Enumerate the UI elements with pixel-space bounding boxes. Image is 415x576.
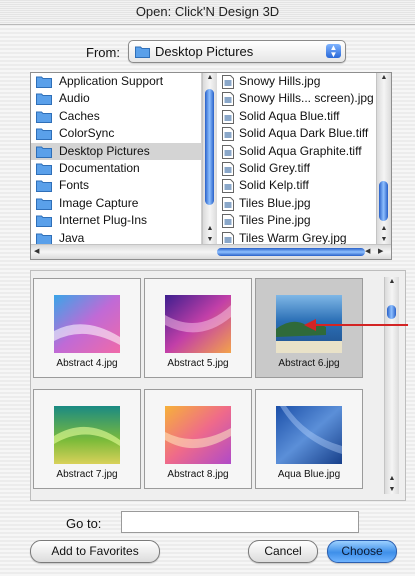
browser-item[interactable]: Java [31, 230, 201, 244]
scroll-up-arrow-icon[interactable]: ▲ [385, 278, 399, 285]
thumbnail-label: Aqua Blue.jpg [277, 469, 341, 480]
browser-item-label: Solid Aqua Blue.tiff [239, 108, 340, 123]
horizontal-scrollbar-thumb[interactable] [217, 248, 365, 256]
browser-file-item[interactable]: Solid Aqua Graphite.tiff [217, 143, 375, 160]
thumbnail-tile[interactable]: Abstract 4.jpg [33, 278, 141, 378]
browser-item-label: Solid Grey.tiff [239, 160, 310, 175]
browser-item-label: Image Capture [59, 195, 139, 210]
browser-item-label: Audio [59, 91, 90, 106]
scrollbar-thumb[interactable] [387, 305, 396, 319]
from-label: From: [86, 45, 120, 60]
thumbnail-image [165, 295, 231, 353]
thumbnail-label: Abstract 4.jpg [56, 358, 118, 369]
scroll-up-arrow-icon[interactable]: ▲ [377, 225, 391, 232]
browser-item-label: Snowy Hills.jpg [239, 74, 321, 88]
preview-scrollbar[interactable]: ▲ ▲ ▼ [384, 277, 399, 494]
browser-file-item[interactable]: Tiles Warm Grey.jpg [217, 230, 375, 244]
browser-item[interactable]: Image Capture [31, 195, 201, 212]
cancel-button[interactable]: Cancel [248, 540, 318, 563]
browser-item-label: Desktop Pictures [59, 143, 150, 158]
browser-item-label: Tiles Warm Grey.jpg [239, 230, 347, 244]
browser-file-item[interactable]: Snowy Hills.jpg [217, 73, 375, 90]
browser-column-2[interactable]: Snowy Hills.jpg Snowy Hills... screen).j… [217, 73, 375, 244]
annotation-pointer-line [314, 324, 408, 326]
scrollbar-thumb[interactable] [205, 89, 214, 205]
browser-item-label: Fonts [59, 178, 90, 193]
browser-item-label: Java [59, 230, 85, 244]
scroll-left-arrow-icon[interactable]: ◀ [34, 247, 39, 255]
browser-item-label: ColorSync [59, 126, 115, 141]
scroll-left-arrow-icon[interactable]: ◀ [365, 247, 370, 255]
scroll-up-arrow-icon[interactable]: ▲ [385, 475, 399, 482]
browser-file-item[interactable]: Solid Grey.tiff [217, 160, 375, 177]
scroll-down-arrow-icon[interactable]: ▼ [377, 236, 391, 243]
thumbnail-label: Abstract 7.jpg [56, 469, 118, 480]
browser-item-selected[interactable]: Desktop Pictures [31, 142, 201, 160]
browser-file-item[interactable]: Tiles Blue.jpg [217, 195, 375, 212]
browser-file-item[interactable]: Solid Aqua Blue.tiff [217, 108, 375, 125]
browser-item-label: Snowy Hills... screen).jpg [239, 91, 374, 106]
horizontal-scrollbar[interactable]: ◀ ◀ ▶ [31, 244, 391, 259]
thumbnail-label: Abstract 8.jpg [167, 469, 229, 480]
browser-item[interactable]: ColorSync [31, 125, 201, 142]
browser-item-label: Documentation [59, 160, 140, 175]
goto-label: Go to: [66, 516, 102, 531]
browser-item-label: Caches [59, 108, 100, 123]
column-2-scrollbar[interactable]: ▲ ▲ ▼ [376, 73, 391, 244]
browser-file-item[interactable]: Solid Kelp.tiff [217, 177, 375, 194]
thumbnail-image [54, 295, 120, 353]
browser-item-label: Solid Kelp.tiff [239, 178, 309, 193]
folder-icon [135, 45, 150, 61]
from-location-popup[interactable]: Desktop Pictures ▲ ▼ [128, 40, 346, 63]
choose-button[interactable]: Choose [327, 540, 397, 563]
browser-item-label: Internet Plug-Ins [59, 213, 148, 228]
popup-arrows-icon: ▲ ▼ [326, 44, 341, 59]
scroll-up-arrow-icon[interactable]: ▲ [203, 74, 217, 81]
thumbnail-label: Abstract 6.jpg [278, 358, 340, 369]
window-title: Open: Click'N Design 3D [135, 4, 280, 19]
annotation-arrow-icon [304, 319, 316, 331]
browser-item[interactable]: Documentation [31, 160, 201, 177]
thumbnail-image [276, 406, 342, 464]
browser-item-label: Solid Aqua Dark Blue.tiff [239, 126, 369, 141]
scroll-up-arrow-icon[interactable]: ▲ [203, 225, 217, 232]
browser-item-label: Tiles Blue.jpg [239, 195, 311, 210]
scroll-down-arrow-icon[interactable]: ▼ [203, 236, 217, 243]
browser-file-item[interactable]: Snowy Hills... screen).jpg [217, 90, 375, 107]
goto-field[interactable] [121, 511, 359, 533]
folder-icon [36, 232, 52, 244]
browser-column-1[interactable]: Application Support Audio Caches ColorSy… [31, 73, 202, 244]
from-location-value: Desktop Pictures [155, 44, 254, 59]
column-1-scrollbar[interactable]: ▲ ▲ ▼ [202, 73, 217, 244]
scroll-right-arrow-icon[interactable]: ▶ [378, 247, 383, 255]
browser-item[interactable]: Audio [31, 90, 201, 107]
browser-item-label: Tiles Pine.jpg [239, 213, 311, 228]
scroll-up-arrow-icon[interactable]: ▲ [377, 74, 391, 81]
scrollbar-thumb[interactable] [379, 181, 388, 221]
add-to-favorites-button[interactable]: Add to Favorites [30, 540, 160, 563]
thumbnail-image [165, 406, 231, 464]
thumbnail-preview-pane[interactable]: Abstract 4.jpg Abstract 5.jpg Abstract 6… [30, 270, 406, 501]
scroll-down-arrow-icon[interactable]: ▼ [385, 486, 399, 493]
browser-item[interactable]: Internet Plug-Ins [31, 212, 201, 229]
browser-item[interactable]: Application Support [31, 73, 201, 90]
thumbnail-tile[interactable]: Abstract 7.jpg [33, 389, 141, 489]
browser-item-label: Solid Aqua Graphite.tiff [239, 143, 362, 158]
thumbnail-image [54, 406, 120, 464]
browser-file-item[interactable]: Tiles Pine.jpg [217, 212, 375, 229]
thumbnail-tile[interactable]: Abstract 5.jpg [144, 278, 252, 378]
column-browser[interactable]: Application Support Audio Caches ColorSy… [30, 72, 392, 260]
document-icon [222, 231, 234, 244]
browser-item[interactable]: Caches [31, 108, 201, 125]
thumbnail-tile[interactable]: Abstract 8.jpg [144, 389, 252, 489]
browser-item[interactable]: Fonts [31, 177, 201, 194]
browser-file-item[interactable]: Solid Aqua Dark Blue.tiff [217, 125, 375, 142]
thumbnail-label: Abstract 5.jpg [167, 358, 229, 369]
title-bar: Open: Click'N Design 3D [0, 0, 415, 25]
browser-item-label: Application Support [59, 74, 164, 88]
thumbnail-tile[interactable]: Aqua Blue.jpg [255, 389, 363, 489]
